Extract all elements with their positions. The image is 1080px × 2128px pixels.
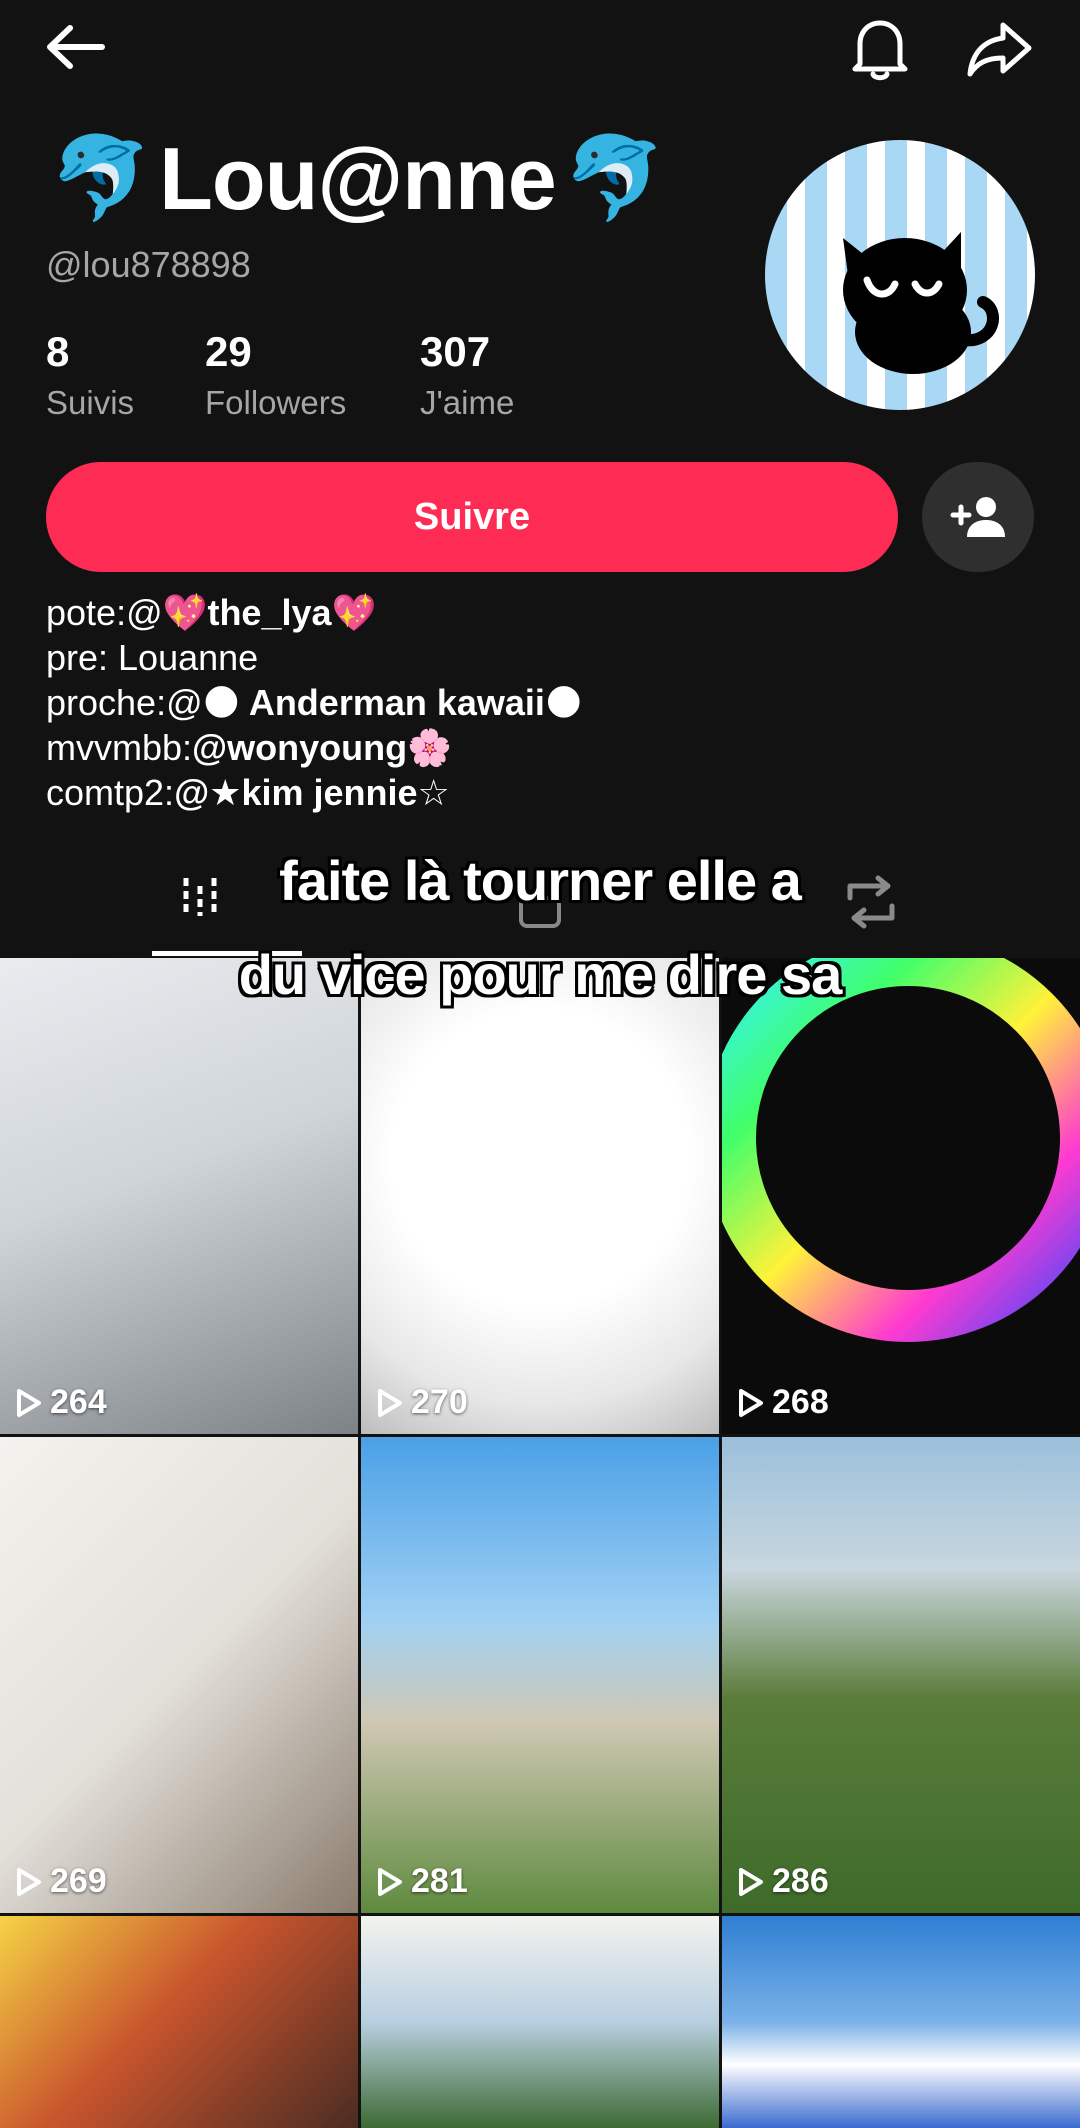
bio-line-5-handle[interactable]: @★kim jennie☆ xyxy=(174,772,450,813)
bio-line-3: proche:@🌑 Anderman kawaii🌑 xyxy=(46,680,582,725)
neon-ring-graphic xyxy=(722,958,1080,1342)
stat-followers[interactable]: 29 Followers xyxy=(205,328,346,422)
likes-count: 307 xyxy=(420,328,491,375)
play-icon xyxy=(378,1867,402,1896)
likes-label: J'aime xyxy=(420,384,515,421)
flower-emoji: 🌸 xyxy=(407,727,452,768)
heart-emoji: 💖 xyxy=(331,592,377,633)
video-thumbnail[interactable]: 270 xyxy=(361,958,719,1434)
black-cat-icon xyxy=(843,232,999,374)
dolphin-emoji-left: 🐬 xyxy=(50,133,152,224)
video-caption-line-2: du vice pour me dire sa xyxy=(238,943,843,1006)
avatar[interactable] xyxy=(765,140,1035,410)
top-bar xyxy=(0,0,1080,100)
view-count-value: 270 xyxy=(411,1383,468,1421)
video-caption-line-1: faite là tourner elle a xyxy=(279,849,802,912)
view-count-value: 264 xyxy=(50,1383,107,1421)
display-name-text: Lou@nne xyxy=(159,129,557,228)
bio-line-2: pre: Louanne xyxy=(46,637,259,678)
add-user-icon xyxy=(950,497,1005,537)
play-icon xyxy=(739,1388,763,1417)
following-count: 8 xyxy=(46,328,70,375)
view-count: 286 xyxy=(738,1862,829,1901)
profile-bio: pote:@💖the_lya💖 pre: Louanne proche:@🌑 A… xyxy=(46,590,582,815)
bio-line-1: pote:@💖the_lya💖 xyxy=(46,590,582,635)
play-icon xyxy=(17,1867,41,1896)
bio-line-4-handle[interactable]: @wonyoung xyxy=(192,727,407,768)
followers-count: 29 xyxy=(205,328,252,375)
followers-label: Followers xyxy=(205,384,347,421)
stat-following[interactable]: 8 Suivis xyxy=(46,328,134,422)
video-thumbnail[interactable]: 269 xyxy=(0,1437,358,1913)
video-grid: 264 270 268 269 281 286 xyxy=(0,958,1080,2128)
stat-likes[interactable]: 307 J'aime xyxy=(420,328,514,422)
bio-line-4: mvvmbb:@wonyoung🌸 xyxy=(46,725,582,770)
following-label: Suivis xyxy=(46,384,135,421)
view-count: 264 xyxy=(16,1383,107,1422)
dolphin-emoji-right: 🐬 xyxy=(563,133,666,224)
bio-line-3-handle[interactable]: Anderman kawaii xyxy=(240,682,545,723)
moon-emoji: 🌑 xyxy=(202,682,241,723)
view-count: 270 xyxy=(377,1383,468,1422)
add-friend-button[interactable] xyxy=(922,462,1034,572)
view-count: 269 xyxy=(16,1862,107,1901)
bio-line-4-prefix: mvvmbb: xyxy=(46,727,193,768)
profile-display-name: 🐬 Lou@nne 🐬 xyxy=(50,128,666,230)
profile-username: @lou878898 xyxy=(46,244,251,285)
video-thumbnail[interactable]: 281 xyxy=(361,1437,719,1913)
play-icon xyxy=(739,1867,763,1896)
back-arrow-icon[interactable] xyxy=(40,20,110,74)
notification-bell-icon[interactable] xyxy=(845,14,915,84)
bio-line-5: comtp2:@★kim jennie☆ xyxy=(46,770,582,815)
video-thumbnail[interactable]: 264 xyxy=(0,958,358,1434)
view-count-value: 281 xyxy=(411,1862,468,1900)
video-thumbnail[interactable] xyxy=(0,1916,358,2128)
bio-line-5-prefix: comtp2: xyxy=(46,772,175,813)
play-icon xyxy=(17,1388,41,1417)
heart-emoji: 💖 xyxy=(162,592,208,633)
view-count-value: 269 xyxy=(50,1862,107,1900)
video-thumbnail[interactable]: 268 xyxy=(722,958,1080,1434)
video-thumbnail[interactable]: 286 xyxy=(722,1437,1080,1913)
view-count-value: 268 xyxy=(772,1383,829,1421)
bio-line-1-handle[interactable]: the_lya xyxy=(207,592,331,633)
moon-emoji: 🌑 xyxy=(544,682,583,723)
view-count: 281 xyxy=(377,1862,468,1901)
video-thumbnail[interactable] xyxy=(361,1916,719,2128)
follow-button[interactable]: Suivre xyxy=(46,462,898,572)
video-thumbnail[interactable] xyxy=(722,1916,1080,2128)
view-count-value: 286 xyxy=(772,1862,829,1900)
bio-line-3-prefix: proche:@ xyxy=(46,682,203,723)
bio-line-1-prefix: pote:@ xyxy=(46,592,163,633)
play-icon xyxy=(378,1388,402,1417)
share-arrow-icon[interactable] xyxy=(960,14,1040,84)
view-count: 268 xyxy=(738,1383,829,1422)
